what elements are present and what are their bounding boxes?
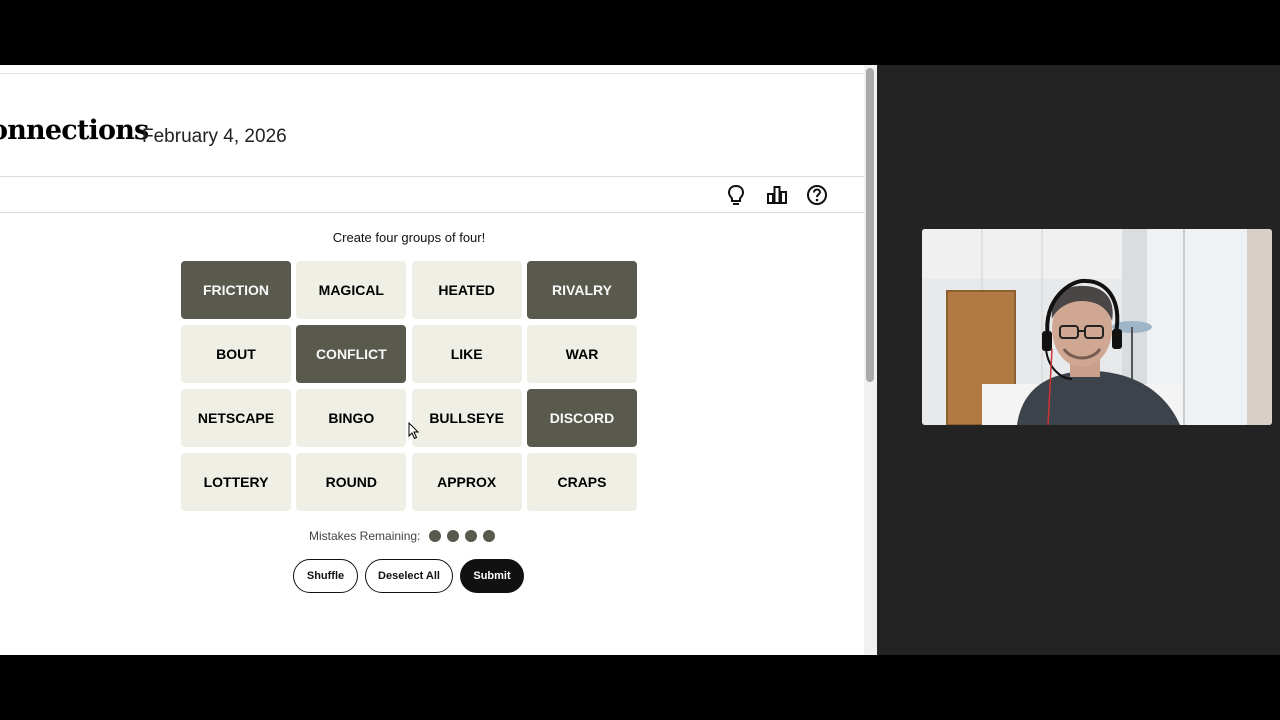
- mistake-dot: [483, 530, 496, 542]
- help-icon[interactable]: [804, 182, 830, 208]
- word-tile[interactable]: BINGO: [296, 389, 407, 447]
- word-tile[interactable]: MAGICAL: [296, 261, 407, 319]
- webcam-feed: [922, 229, 1272, 425]
- word-tile[interactable]: CONFLICT: [296, 325, 407, 383]
- scrollbar-thumb[interactable]: [866, 68, 874, 382]
- word-tile[interactable]: APPROX: [411, 453, 522, 511]
- screen-top-letterbox: [0, 0, 1280, 65]
- top-divider: [0, 73, 864, 74]
- word-tile[interactable]: WAR: [526, 325, 637, 383]
- submit-button[interactable]: Submit: [460, 559, 524, 593]
- word-tile[interactable]: CRAPS: [526, 453, 637, 511]
- shuffle-button[interactable]: Shuffle: [293, 559, 358, 593]
- word-tile[interactable]: DISCORD: [526, 389, 637, 447]
- mouse-cursor-icon: [408, 422, 420, 440]
- browser-viewport: onnections February 4, 2026 Create four …: [0, 65, 877, 655]
- word-tile[interactable]: BULLSEYE: [411, 389, 522, 447]
- mistake-dot: [465, 530, 478, 542]
- mistake-dot: [429, 530, 442, 542]
- deselect-all-button[interactable]: Deselect All: [365, 559, 453, 593]
- lightbulb-icon[interactable]: [723, 182, 749, 208]
- word-tile[interactable]: LOTTERY: [181, 453, 291, 511]
- page-title: onnections: [0, 115, 149, 146]
- word-tile[interactable]: LIKE: [411, 325, 522, 383]
- mistake-dots: [429, 530, 496, 542]
- word-tile[interactable]: RIVALRY: [526, 261, 637, 319]
- word-tile[interactable]: HEATED: [411, 261, 522, 319]
- stats-icon[interactable]: [764, 182, 790, 208]
- toolbar-divider: [0, 212, 864, 213]
- word-tile[interactable]: ROUND: [296, 453, 407, 511]
- mistake-dot: [447, 530, 460, 542]
- screen-bottom-letterbox: [0, 655, 1280, 720]
- mistakes-label: Mistakes Remaining:: [309, 529, 421, 543]
- instructions-text: Create four groups of four!: [332, 230, 486, 245]
- mistakes-remaining: Mistakes Remaining:: [309, 529, 496, 543]
- word-tile[interactable]: FRICTION: [181, 261, 291, 319]
- word-tile[interactable]: BOUT: [181, 325, 291, 383]
- word-grid: FRICTION MAGICAL HEATED RIVALRY BOUT CON…: [181, 261, 637, 513]
- header-divider: [0, 176, 864, 177]
- puzzle-date: February 4, 2026: [142, 126, 287, 147]
- word-tile[interactable]: NETSCAPE: [181, 389, 291, 447]
